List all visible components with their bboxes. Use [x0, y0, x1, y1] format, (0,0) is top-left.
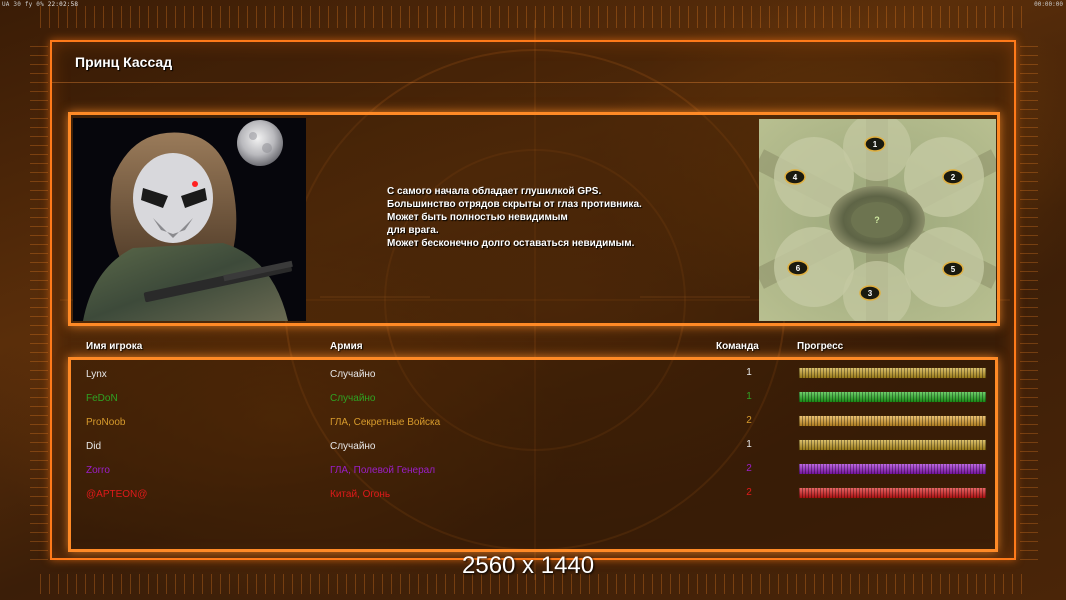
player-row[interactable]: ProNoob ГЛА, Секретные Войска 2: [86, 415, 988, 433]
header-army: Армия: [330, 341, 363, 352]
marker-label: 3: [868, 289, 873, 298]
description-line: Большинство отрядов скрыты от глаз проти…: [387, 199, 642, 210]
system-stats-text: UA 30 fy 0%: [2, 1, 44, 8]
player-row[interactable]: @APTEON@ Китай, Огонь 2: [86, 487, 988, 505]
system-clock-right: 00:00:00: [1034, 1, 1063, 8]
player-progress-fill: [799, 464, 986, 474]
player-progress-bar: [798, 415, 987, 427]
start-position-marker-5[interactable]: 5: [942, 261, 964, 277]
description-line: Может быть полностью невидимым: [387, 212, 568, 223]
center-objective-marker: ?: [874, 215, 880, 225]
player-team: 2: [746, 415, 752, 426]
player-army: ГЛА, Секретные Войска: [330, 417, 441, 428]
description-line: Может бесконечно долго оставаться невиди…: [387, 238, 635, 249]
faction-portrait: [73, 118, 306, 321]
start-position-marker-1[interactable]: 1: [864, 136, 886, 152]
player-row[interactable]: Lynx Случайно 1: [86, 367, 988, 385]
marker-label: 4: [793, 173, 798, 182]
player-name: Lynx: [86, 369, 107, 380]
center-marker-label: ?: [874, 215, 880, 225]
resolution-watermark: 2560 x 1440: [462, 552, 595, 579]
player-team: 2: [746, 487, 752, 498]
player-progress-bar: [798, 487, 987, 499]
marker-label: 5: [951, 265, 956, 274]
player-row[interactable]: Zorro ГЛА, Полевой Генерал 2: [86, 463, 988, 481]
player-progress-bar: [798, 463, 987, 475]
player-progress-fill: [799, 368, 986, 378]
start-position-marker-2[interactable]: 2: [942, 169, 964, 185]
player-team: 1: [746, 439, 752, 450]
faction-title: Принц Кассад: [75, 54, 173, 70]
player-progress-bar: [798, 391, 987, 403]
player-progress-fill: [799, 488, 986, 498]
player-name: @APTEON@: [86, 489, 148, 500]
player-team: 2: [746, 463, 752, 474]
player-team: 1: [746, 391, 752, 402]
system-clock: 22:02:58: [47, 1, 79, 8]
player-name: FeDoN: [86, 393, 118, 404]
start-position-marker-6[interactable]: 6: [787, 260, 809, 276]
player-progress-fill: [799, 440, 986, 450]
minimap[interactable]: 1 2 3 4 5 6 ?: [759, 119, 996, 321]
system-stats: UA 30 fy 0% 22:02:58: [2, 1, 78, 8]
ruler-right: [1020, 40, 1038, 560]
player-progress-fill: [799, 416, 986, 426]
header-player-name: Имя игрока: [86, 341, 143, 352]
player-progress-bar: [798, 439, 987, 451]
player-army: ГЛА, Полевой Генерал: [330, 465, 436, 476]
player-name: Did: [86, 441, 102, 452]
faction-description: С самого начала обладает глушилкой GPS. …: [387, 185, 717, 250]
player-progress-bar: [798, 367, 987, 379]
title-divider: [52, 82, 1014, 83]
player-row[interactable]: FeDoN Случайно 1: [86, 391, 988, 409]
player-army: Китай, Огонь: [330, 489, 391, 500]
marker-label: 6: [796, 264, 801, 273]
player-army: Случайно: [330, 369, 376, 380]
marker-label: 1: [873, 140, 878, 149]
start-position-marker-3[interactable]: 3: [859, 285, 881, 301]
ruler-top: [40, 6, 1030, 28]
description-line: С самого начала обладает глушилкой GPS.: [387, 186, 602, 197]
header-team: Команда: [716, 341, 759, 352]
player-name: ProNoob: [86, 417, 126, 428]
header-progress: Прогресс: [797, 341, 844, 352]
player-name: Zorro: [86, 465, 110, 476]
player-row[interactable]: Did Случайно 1: [86, 439, 988, 457]
player-army: Случайно: [330, 393, 376, 404]
start-position-marker-4[interactable]: 4: [784, 169, 806, 185]
ruler-left: [30, 40, 48, 560]
player-progress-fill: [799, 392, 986, 402]
player-army: Случайно: [330, 441, 376, 452]
marker-label: 2: [951, 173, 956, 182]
player-team: 1: [746, 367, 752, 378]
description-line: для врага.: [387, 225, 439, 236]
